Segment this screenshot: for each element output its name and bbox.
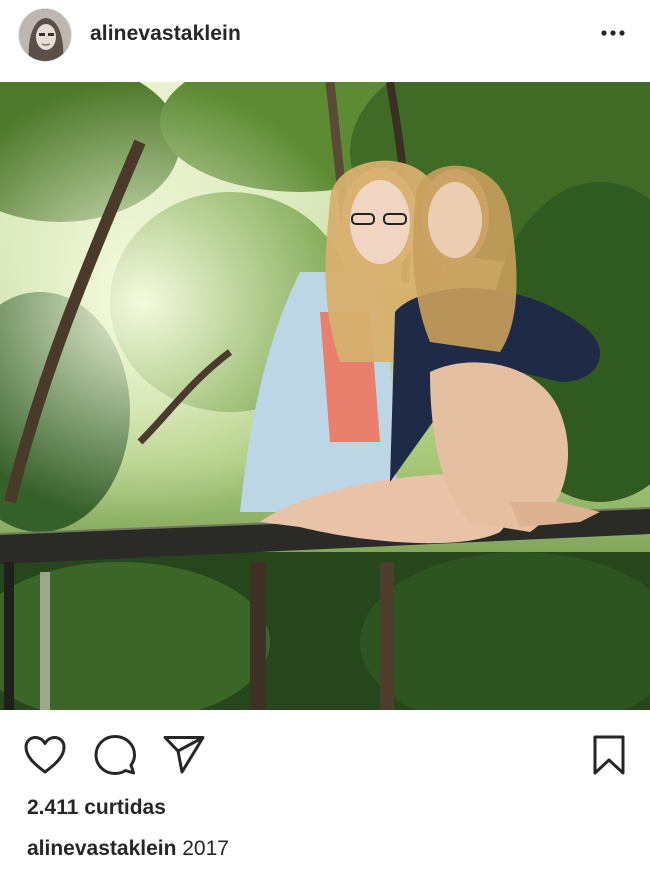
post-photo[interactable] <box>0 82 650 710</box>
avatar[interactable] <box>18 8 72 62</box>
more-options-icon[interactable] <box>598 18 628 48</box>
caption: alinevastaklein 2017 <box>27 837 229 861</box>
bookmark-icon[interactable] <box>586 732 632 778</box>
caption-username[interactable]: alinevastaklein <box>27 837 176 860</box>
comment-icon[interactable] <box>92 732 138 778</box>
action-bar <box>0 724 650 784</box>
post-header: alinevastaklein <box>0 0 650 72</box>
share-icon[interactable] <box>161 732 207 778</box>
caption-text: 2017 <box>176 837 229 860</box>
avatar-image <box>19 9 71 61</box>
likes-count[interactable]: 2.411 curtidas <box>27 796 166 820</box>
heart-icon[interactable] <box>22 732 68 778</box>
post-username[interactable]: alinevastaklein <box>90 22 241 46</box>
